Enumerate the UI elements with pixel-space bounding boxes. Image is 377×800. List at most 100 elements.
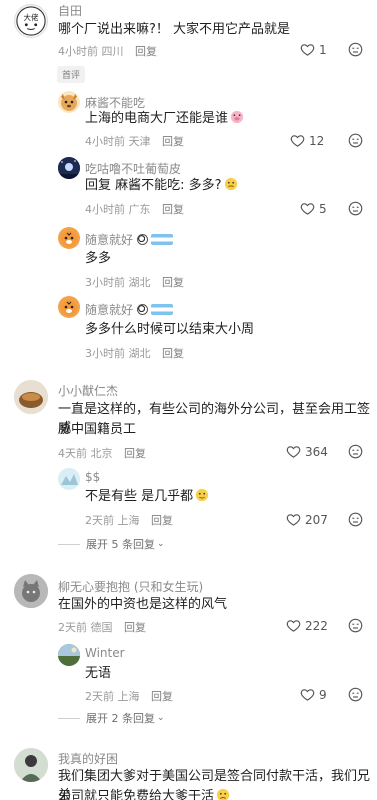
like-button[interactable]: 207: [286, 512, 328, 527]
like-button[interactable]: 5: [300, 201, 327, 216]
like-button[interactable]: 1: [300, 42, 327, 57]
dislike-face-icon[interactable]: [348, 687, 363, 702]
reply-button[interactable]: 回复: [124, 621, 146, 634]
reply-button[interactable]: 回复: [162, 347, 184, 360]
like-count: 207: [305, 512, 328, 527]
dislike-face-icon[interactable]: [348, 42, 363, 57]
like-count: 222: [305, 618, 328, 633]
cartoon-face-avatar-icon: 大佬: [16, 6, 46, 36]
reply-meta: 2天前 上海 回复: [85, 514, 173, 527]
reply-button[interactable]: 回复: [135, 45, 157, 58]
avatar[interactable]: [14, 380, 48, 414]
dislike-face-icon[interactable]: [348, 512, 363, 527]
ice-avatar-icon: [58, 468, 80, 490]
reply-button[interactable]: 回复: [151, 514, 173, 527]
comment-item: 小小猷仁杰 一直是这样的，有些公司的海外分公司，甚至会用工签威 胁中国籍员工 4…: [0, 370, 377, 560]
dislike-face-icon[interactable]: [348, 133, 363, 148]
dislike-face-icon[interactable]: [348, 618, 363, 633]
comment-item: 我真的好困 我们集团大爹对于美国公司是签合同付款干活，我们兄弟 公司就只能免费给…: [0, 740, 377, 800]
expand-replies-button[interactable]: 展开 2 条回复 ⌄: [58, 710, 165, 726]
divider: [58, 717, 80, 719]
reply-button[interactable]: 回复: [162, 276, 184, 289]
reply-meta: 4小时前 天津 回复: [85, 135, 184, 148]
chevron-down-icon: ⌄: [157, 713, 165, 723]
comment-meta: 4小时前 四川 回复: [58, 43, 157, 59]
comment-author[interactable]: 我真的好困: [58, 750, 118, 767]
comment-item: 大佬 自田 哪个厂说出来嘛?！ 大家不用它产品就是 4小时前 四川 回复 1 首…: [0, 0, 377, 370]
reply-text: 上海的电商大厂还能是谁: [85, 109, 244, 128]
argentina-flag-icon: [151, 304, 174, 315]
comment-author[interactable]: 自田: [58, 2, 82, 19]
reply-button[interactable]: 回复: [162, 203, 184, 216]
expand-replies-button[interactable]: 展开 5 条回复 ⌄: [58, 536, 165, 552]
heart-icon: [300, 44, 315, 56]
heart-icon: [300, 689, 315, 701]
argentina-flag-icon: [151, 234, 174, 245]
heart-icon: [286, 514, 301, 526]
reply-author[interactable]: $$: [85, 470, 100, 484]
avatar[interactable]: [58, 296, 80, 318]
tiger-avatar-icon: [61, 300, 77, 316]
dog-avatar-icon: [61, 94, 77, 111]
landscape-avatar-icon: [58, 644, 80, 666]
avatar[interactable]: 大佬: [14, 4, 48, 38]
cat-avatar-icon: [14, 574, 48, 608]
reply-meta: 3小时前 湖北 回复: [85, 347, 184, 360]
dislike-face-icon[interactable]: [348, 201, 363, 216]
like-button[interactable]: 12: [290, 133, 324, 148]
reply-button[interactable]: 回复: [162, 135, 184, 148]
football-icon: [137, 234, 149, 245]
comment-text: 在国外的中资也是这样的风气: [58, 597, 228, 612]
tiger-avatar-icon: [61, 231, 77, 247]
crying-emoji-icon: [216, 788, 230, 800]
comment-text: 哪个厂说出来嘛?！ 大家不用它产品就是: [58, 22, 291, 37]
like-count: 5: [319, 201, 327, 216]
like-button[interactable]: 222: [286, 618, 328, 633]
avatar[interactable]: [58, 91, 80, 113]
comment-author[interactable]: 柳无心要抱抱 (只和女生玩): [58, 578, 203, 595]
reply-text: 多多: [85, 251, 112, 266]
football-icon: [137, 304, 149, 315]
divider: [58, 543, 80, 545]
heart-icon: [290, 135, 305, 147]
svg-text:大佬: 大佬: [23, 12, 39, 22]
like-count: 364: [305, 444, 328, 459]
comment-meta: 4天前 北京 回复: [58, 447, 146, 460]
reply-text: 回复 麻酱不能吃: 多多?: [85, 176, 238, 195]
comment-text: 公司就只能免费给大爹干活: [58, 787, 230, 800]
reply-text: 不是有些 是几乎都: [85, 487, 209, 506]
reply-author[interactable]: 吃咕噜不吐葡萄皮: [85, 160, 181, 177]
reply-button[interactable]: 回复: [151, 690, 173, 703]
reply-author[interactable]: 随意就好: [85, 231, 174, 248]
avatar[interactable]: [58, 227, 80, 249]
heart-icon: [286, 446, 301, 458]
reply-text: 无语: [85, 666, 112, 681]
avatar[interactable]: [14, 574, 48, 608]
reply-text: 多多什么时候可以结束大小周: [85, 322, 255, 337]
smug-emoji-icon: [196, 488, 209, 502]
pig-emoji-icon: [230, 110, 244, 124]
comment-time: 4小时前: [58, 45, 98, 58]
heart-icon: [300, 203, 315, 215]
comment-author[interactable]: 小小猷仁杰: [58, 382, 118, 399]
like-count: 9: [319, 687, 327, 702]
dislike-face-icon[interactable]: [348, 444, 363, 459]
reply-author[interactable]: 随意就好: [85, 301, 174, 318]
avatar[interactable]: [58, 644, 80, 666]
avatar[interactable]: [58, 157, 80, 179]
comment-location: 四川: [101, 45, 124, 58]
first-comment-tag: 首评: [57, 66, 86, 83]
avatar[interactable]: [14, 748, 48, 782]
avatar[interactable]: [58, 468, 80, 490]
reply-author[interactable]: Winter: [85, 646, 125, 660]
comment-text: 胁中国籍员工: [58, 422, 137, 437]
like-button[interactable]: 364: [286, 444, 328, 459]
like-button[interactable]: 9: [300, 687, 327, 702]
comment-meta: 2天前 德国 回复: [58, 621, 146, 634]
reply-meta: 3小时前 湖北 回复: [85, 276, 184, 289]
reply-meta: 2天前 上海 回复: [85, 690, 173, 703]
person-avatar-icon: [14, 748, 48, 782]
heart-icon: [286, 620, 301, 632]
reply-button[interactable]: 回复: [124, 447, 146, 460]
night-scene-avatar-icon: [58, 157, 80, 179]
